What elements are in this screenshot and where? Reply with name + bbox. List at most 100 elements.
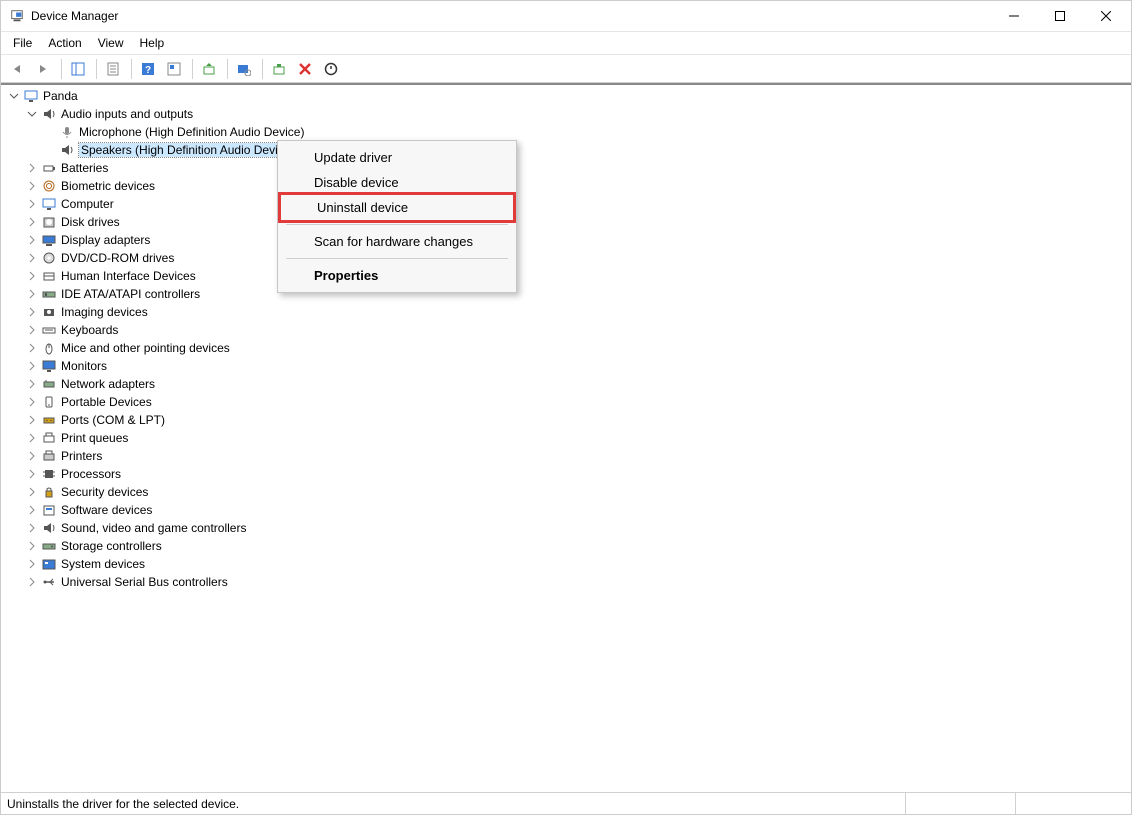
toolbar: ? (1, 55, 1131, 83)
category-icon (41, 232, 57, 248)
expander-closed-icon[interactable] (25, 269, 39, 283)
tree-category[interactable]: Disk drives (3, 213, 1131, 231)
expander-closed-icon[interactable] (25, 575, 39, 589)
enable-button[interactable] (267, 57, 291, 81)
tree-item-speakers[interactable]: Speakers (High Definition Audio Devi (3, 141, 1131, 159)
expander-closed-icon[interactable] (25, 161, 39, 175)
category-icon (41, 520, 57, 536)
svg-text:?: ? (145, 65, 151, 76)
expander-closed-icon[interactable] (25, 287, 39, 301)
toolbar-separator (262, 59, 263, 79)
expander-closed-icon[interactable] (25, 521, 39, 535)
menu-view[interactable]: View (90, 33, 132, 53)
ctx-scan-hardware[interactable]: Scan for hardware changes (278, 229, 516, 254)
tree-category[interactable]: Storage controllers (3, 537, 1131, 555)
tree-category[interactable]: Biometric devices (3, 177, 1131, 195)
tree-category[interactable]: Printers (3, 447, 1131, 465)
expander-closed-icon[interactable] (25, 485, 39, 499)
tree-category[interactable]: Software devices (3, 501, 1131, 519)
forward-button[interactable] (31, 57, 55, 81)
tree-category[interactable]: Ports (COM & LPT) (3, 411, 1131, 429)
minimize-button[interactable] (991, 1, 1037, 31)
tree-category[interactable]: Batteries (3, 159, 1131, 177)
tree-category-audio[interactable]: Audio inputs and outputs (3, 105, 1131, 123)
disable-button[interactable] (319, 57, 343, 81)
tree-item-microphone[interactable]: Microphone (High Definition Audio Device… (3, 123, 1131, 141)
device-tree[interactable]: Panda Audio inputs and outputs Microphon… (1, 83, 1131, 792)
category-icon (41, 214, 57, 230)
expander-closed-icon[interactable] (25, 305, 39, 319)
tree-category[interactable]: Security devices (3, 483, 1131, 501)
tree-item-label: Microphone (High Definition Audio Device… (79, 125, 304, 139)
close-button[interactable] (1083, 1, 1129, 31)
menubar: File Action View Help (1, 31, 1131, 55)
menu-file[interactable]: File (5, 33, 40, 53)
tree-category-label: Network adapters (61, 377, 155, 391)
tree-category[interactable]: Sound, video and game controllers (3, 519, 1131, 537)
expander-closed-icon[interactable] (25, 377, 39, 391)
expander-closed-icon[interactable] (25, 179, 39, 193)
tree-category[interactable]: Computer (3, 195, 1131, 213)
tree-category[interactable]: Display adapters (3, 231, 1131, 249)
tree-category[interactable]: Mice and other pointing devices (3, 339, 1131, 357)
expander-open-icon[interactable] (7, 89, 21, 103)
expander-closed-icon[interactable] (25, 233, 39, 247)
action-button[interactable] (162, 57, 186, 81)
tree-category[interactable]: Universal Serial Bus controllers (3, 573, 1131, 591)
titlebar: Device Manager (1, 1, 1131, 31)
uninstall-button[interactable] (293, 57, 317, 81)
toolbar-separator (96, 59, 97, 79)
menu-help[interactable]: Help (132, 33, 173, 53)
tree-category-label: Printers (61, 449, 102, 463)
window-controls (991, 1, 1129, 31)
expander-closed-icon[interactable] (25, 413, 39, 427)
expander-closed-icon[interactable] (25, 197, 39, 211)
tree-category-label: Audio inputs and outputs (61, 107, 193, 121)
show-hide-tree-button[interactable] (66, 57, 90, 81)
tree-category[interactable]: DVD/CD-ROM drives (3, 249, 1131, 267)
tree-category-label: IDE ATA/ATAPI controllers (61, 287, 200, 301)
tree-category[interactable]: Imaging devices (3, 303, 1131, 321)
help-button[interactable]: ? (136, 57, 160, 81)
toolbar-separator (131, 59, 132, 79)
toolbar-separator (61, 59, 62, 79)
expander-closed-icon[interactable] (25, 467, 39, 481)
tree-category-label: Computer (61, 197, 114, 211)
expander-closed-icon[interactable] (25, 215, 39, 229)
back-button[interactable] (5, 57, 29, 81)
tree-category-label: Biometric devices (61, 179, 155, 193)
tree-category[interactable]: Print queues (3, 429, 1131, 447)
expander-closed-icon[interactable] (25, 539, 39, 553)
tree-category[interactable]: Portable Devices (3, 393, 1131, 411)
tree-category[interactable]: Processors (3, 465, 1131, 483)
tree-category[interactable]: Human Interface Devices (3, 267, 1131, 285)
scan-hardware-button[interactable] (232, 57, 256, 81)
menu-action[interactable]: Action (40, 33, 89, 53)
expander-closed-icon[interactable] (25, 359, 39, 373)
tree-category-label: Security devices (61, 485, 148, 499)
tree-category[interactable]: System devices (3, 555, 1131, 573)
expander-closed-icon[interactable] (25, 323, 39, 337)
category-icon (41, 304, 57, 320)
tree-root[interactable]: Panda (3, 87, 1131, 105)
expander-closed-icon[interactable] (25, 431, 39, 445)
tree-category[interactable]: IDE ATA/ATAPI controllers (3, 285, 1131, 303)
tree-category[interactable]: Keyboards (3, 321, 1131, 339)
tree-category[interactable]: Network adapters (3, 375, 1131, 393)
update-driver-button[interactable] (197, 57, 221, 81)
expander-closed-icon[interactable] (25, 503, 39, 517)
expander-closed-icon[interactable] (25, 395, 39, 409)
expander-closed-icon[interactable] (25, 557, 39, 571)
tree-category[interactable]: Monitors (3, 357, 1131, 375)
microphone-icon (59, 124, 75, 140)
expander-open-icon[interactable] (25, 107, 39, 121)
ctx-update-driver[interactable]: Update driver (278, 145, 516, 170)
properties-button[interactable] (101, 57, 125, 81)
ctx-properties[interactable]: Properties (278, 263, 516, 288)
category-icon (41, 268, 57, 284)
expander-closed-icon[interactable] (25, 449, 39, 463)
expander-closed-icon[interactable] (25, 251, 39, 265)
expander-closed-icon[interactable] (25, 341, 39, 355)
maximize-button[interactable] (1037, 1, 1083, 31)
ctx-uninstall-device[interactable]: Uninstall device (278, 192, 516, 223)
